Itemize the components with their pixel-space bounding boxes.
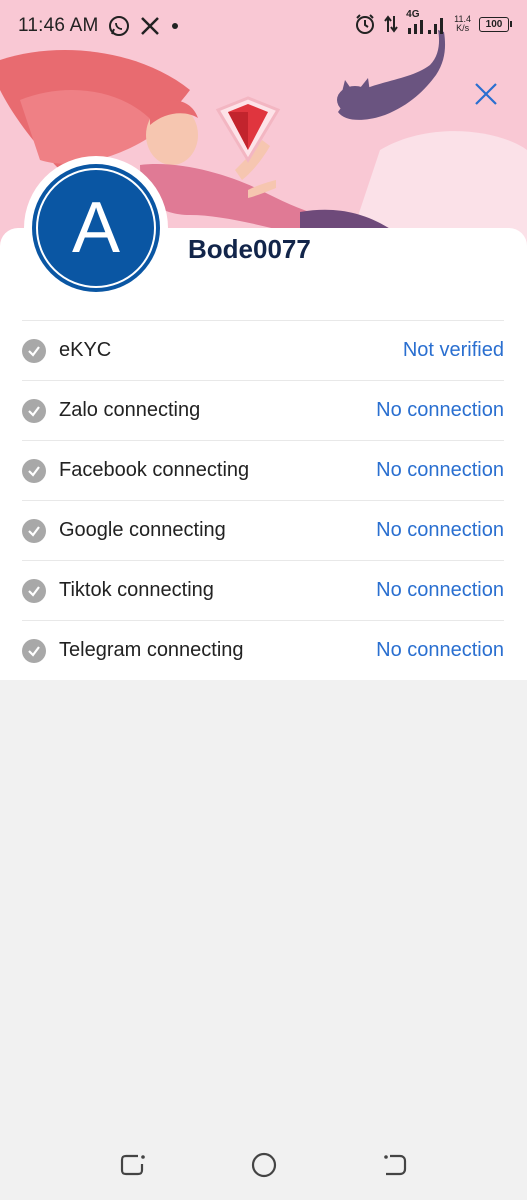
notification-dot-icon <box>172 23 179 29</box>
list-item-tiktok[interactable]: Tiktok connecting No connection <box>22 560 504 620</box>
username: Bode0077 <box>188 234 311 264</box>
list-item-telegram[interactable]: Telegram connecting No connection <box>22 620 504 680</box>
avatar-letter: A <box>36 168 156 288</box>
check-circle-icon <box>22 398 46 423</box>
google-status-link[interactable]: No connection <box>376 519 504 542</box>
battery-icon: 100 <box>479 16 512 32</box>
zalo-status-link[interactable]: No connection <box>376 399 504 422</box>
close-button[interactable] <box>470 78 502 110</box>
recent-apps-button[interactable] <box>118 1150 148 1180</box>
system-navigation-bar <box>0 1130 527 1200</box>
ekyc-status-link[interactable]: Not verified <box>403 339 504 362</box>
network-speed: 11.4 K/s <box>454 14 471 33</box>
x-app-icon <box>141 17 160 35</box>
list-item-label: Google connecting <box>59 519 226 541</box>
close-icon[interactable] <box>470 78 502 110</box>
list-item-zalo[interactable]: Zalo connecting No connection <box>22 380 504 440</box>
list-item-google[interactable]: Google connecting No connection <box>22 500 504 560</box>
check-circle-icon <box>22 518 46 543</box>
back-button[interactable] <box>380 1150 410 1180</box>
list-item-ekyc[interactable]: eKYC Not verified <box>22 320 504 380</box>
connection-list: eKYC Not verified Zalo connecting No con… <box>22 320 504 680</box>
check-circle-icon <box>22 578 46 603</box>
list-item-label: eKYC <box>59 339 112 361</box>
home-icon[interactable] <box>249 1150 279 1180</box>
telegram-status-link[interactable]: No connection <box>376 639 504 662</box>
whatsapp-icon <box>109 16 130 36</box>
recent-apps-icon[interactable] <box>118 1150 148 1180</box>
list-item-label: Telegram connecting <box>59 639 244 661</box>
clock: 11:46 AM <box>18 15 99 36</box>
avatar[interactable]: A <box>32 164 160 292</box>
alarm-icon <box>356 14 375 34</box>
list-item-label: Facebook connecting <box>59 459 250 481</box>
list-item-facebook[interactable]: Facebook connecting No connection <box>22 440 504 500</box>
list-item-label: Tiktok connecting <box>59 579 214 601</box>
network-type: 4G <box>406 9 420 20</box>
tiktok-status-link[interactable]: No connection <box>376 579 504 602</box>
status-bar: 11:46 AM 4G 11.4 K/s 100 <box>0 0 527 52</box>
back-icon[interactable] <box>380 1150 410 1180</box>
check-circle-icon <box>22 458 46 483</box>
facebook-status-link[interactable]: No connection <box>376 459 504 482</box>
home-button[interactable] <box>249 1150 279 1180</box>
data-transfer-icon <box>384 15 398 33</box>
check-circle-icon <box>22 338 46 363</box>
check-circle-icon <box>22 638 46 663</box>
list-item-label: Zalo connecting <box>59 399 201 421</box>
